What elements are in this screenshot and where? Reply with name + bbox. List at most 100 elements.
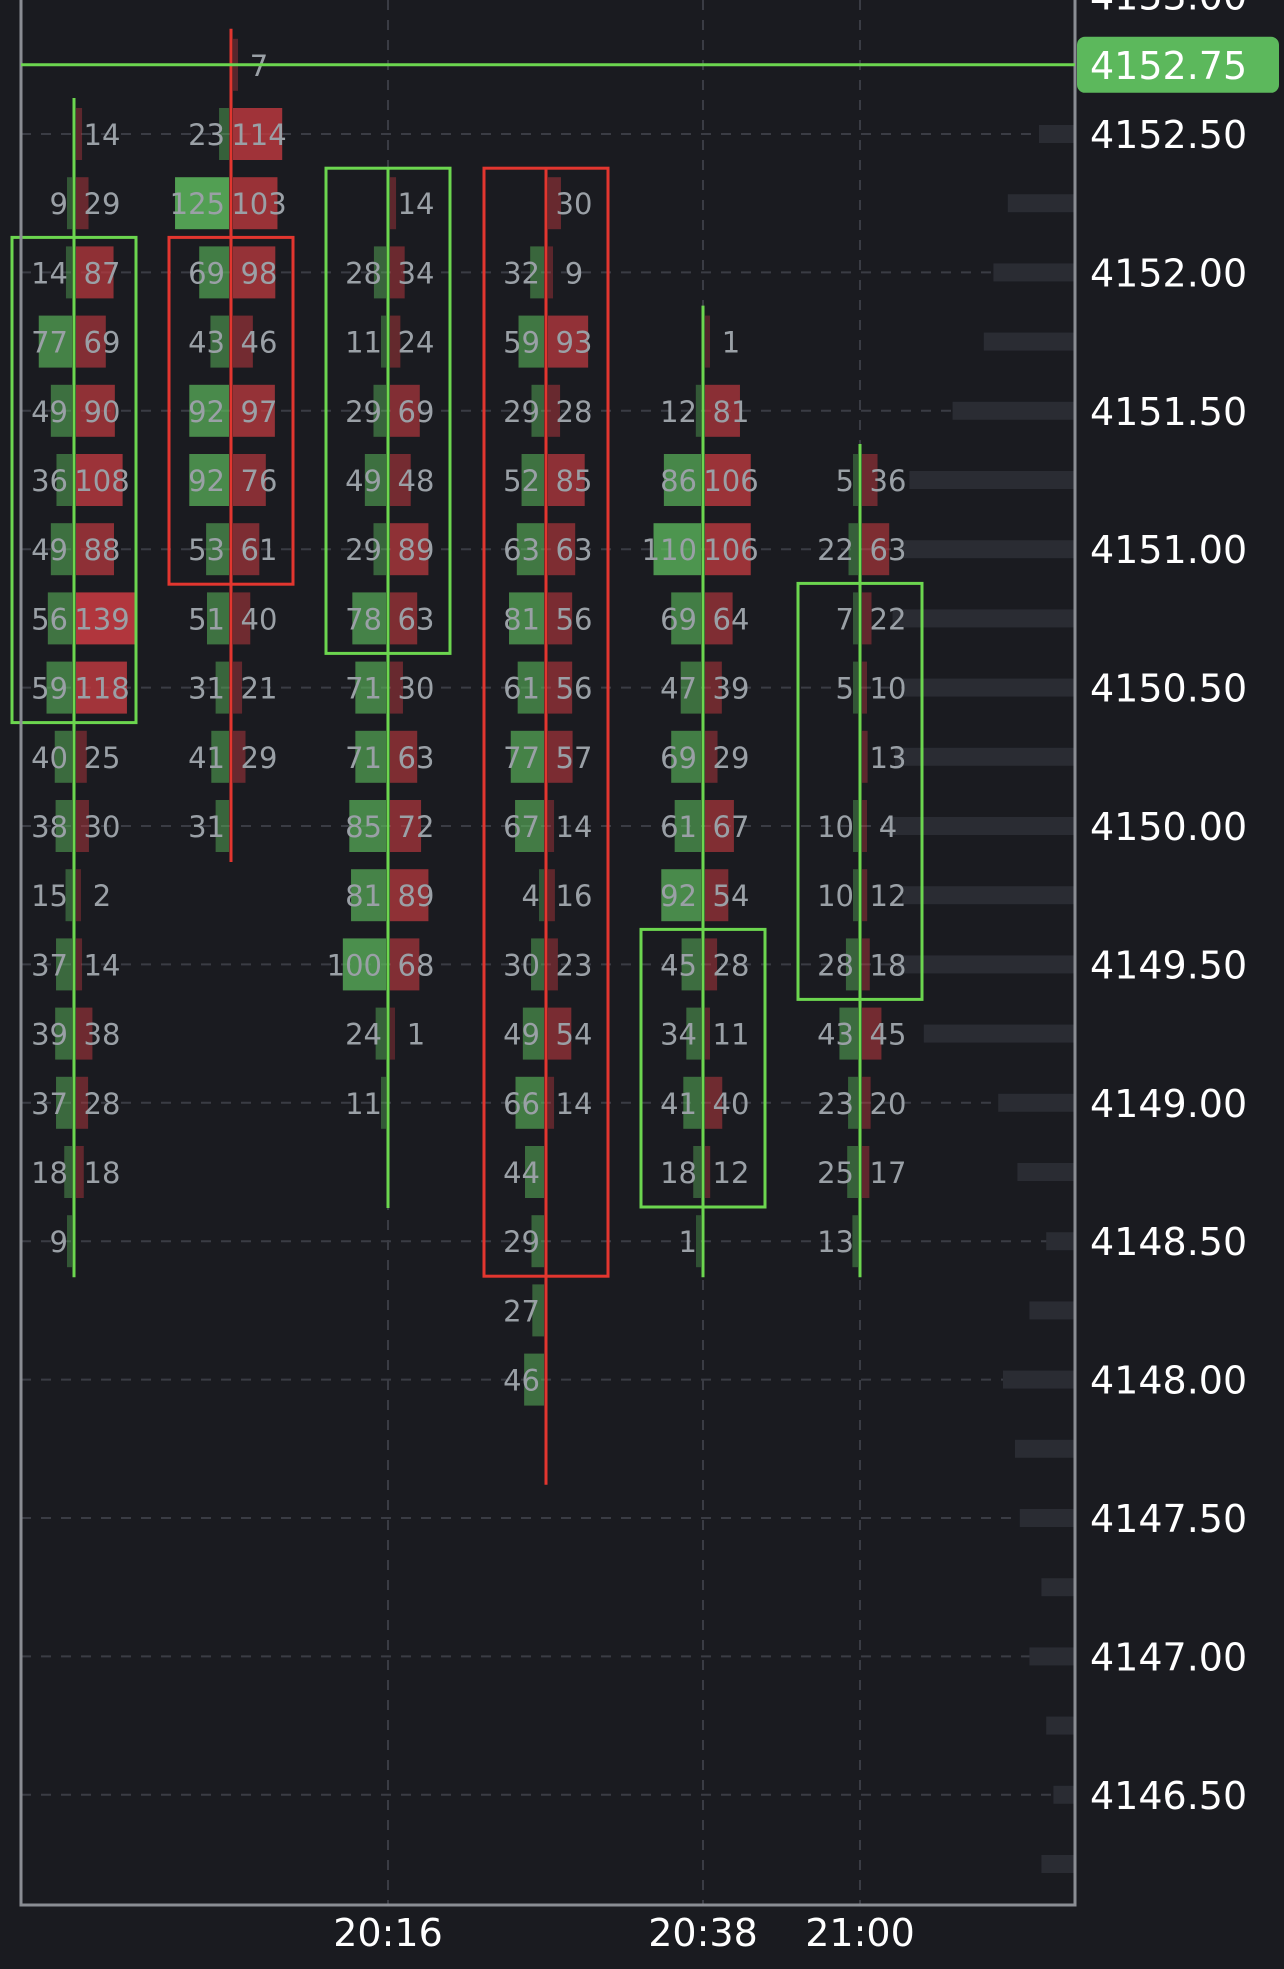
bid-volume-label: 49: [31, 395, 68, 429]
bid-volume-label: 23: [817, 1087, 854, 1121]
volume-profile-bar: [1029, 1301, 1075, 1320]
bid-volume-label: 14: [31, 256, 68, 290]
price-tick-label: 4147.50: [1090, 1497, 1247, 1541]
ask-volume-bar: [548, 869, 555, 922]
bid-volume-label: 125: [170, 187, 225, 221]
bid-volume-label: 36: [31, 464, 68, 498]
volume-profile-bar: [1003, 1370, 1075, 1389]
volume-profile-bar: [983, 332, 1075, 351]
ask-volume-label: 57: [556, 741, 593, 775]
bid-volume-label: 43: [188, 326, 225, 360]
volume-profile-bar: [902, 678, 1075, 697]
ask-volume-label: 108: [74, 464, 129, 498]
ask-volume-label: 54: [556, 1018, 593, 1052]
ask-volume-label: 30: [398, 672, 435, 706]
ask-volume-bar: [862, 730, 868, 783]
bid-volume-label: 41: [188, 741, 225, 775]
current-price-label: 4152.75: [1090, 44, 1247, 88]
bid-volume-label: 66: [503, 1087, 540, 1121]
bid-volume-label: 43: [817, 1018, 854, 1052]
ask-volume-label: 4: [879, 810, 897, 844]
bid-volume-label: 40: [31, 741, 68, 775]
bid-volume-label: 56: [31, 602, 68, 636]
ask-volume-label: 48: [398, 464, 435, 498]
ask-volume-label: 14: [84, 118, 121, 152]
ask-volume-bar: [548, 800, 555, 852]
bid-volume-label: 86: [660, 464, 697, 498]
ask-volume-label: 1: [722, 326, 740, 360]
bid-volume-label: 5: [836, 464, 854, 498]
ask-volume-label: 9: [565, 256, 583, 290]
bid-volume-label: 29: [345, 395, 382, 429]
price-tick-label: 4149.50: [1090, 943, 1247, 987]
bid-volume-label: 49: [31, 533, 68, 567]
ask-volume-label: 90: [84, 395, 121, 429]
price-tick-label: 4150.00: [1090, 805, 1247, 849]
bid-volume-label: 11: [345, 326, 382, 360]
ask-volume-label: 1: [407, 1018, 425, 1052]
ask-volume-label: 2: [93, 879, 111, 913]
ask-volume-label: 28: [84, 1087, 121, 1121]
bid-volume-label: 9: [50, 1225, 68, 1259]
ask-volume-label: 63: [870, 533, 907, 567]
ask-volume-bar: [862, 1146, 870, 1198]
bid-volume-label: 78: [345, 602, 382, 636]
ask-volume-label: 12: [870, 879, 907, 913]
ask-volume-label: 118: [74, 672, 129, 706]
ask-volume-label: 45: [870, 1018, 907, 1052]
ask-volume-label: 64: [713, 602, 750, 636]
ask-volume-bar: [548, 246, 553, 299]
ask-volume-label: 17: [870, 1156, 907, 1190]
ask-volume-label: 76: [241, 464, 278, 498]
footprint-chart[interactable]: 149 2914 8777 6949 9036 10849 8856 13959 11840 25…: [0, 0, 1284, 1969]
ask-volume-label: 39: [713, 672, 750, 706]
ask-volume-bar: [862, 800, 867, 852]
ask-volume-label: 18: [870, 948, 907, 982]
bid-volume-label: 12: [660, 395, 697, 429]
ask-volume-label: 139: [74, 602, 129, 636]
bid-volume-label: 32: [503, 256, 540, 290]
ask-volume-label: 103: [231, 187, 286, 221]
bid-volume-label: 63: [503, 533, 540, 567]
ask-volume-label: 68: [398, 948, 435, 982]
bid-volume-label: 61: [503, 672, 540, 706]
bid-volume-label: 18: [660, 1156, 697, 1190]
ask-volume-label: 63: [398, 741, 435, 775]
ask-volume-label: 10: [870, 672, 907, 706]
ask-volume-bar: [705, 1007, 710, 1060]
price-tick-label: 4153.00: [1090, 0, 1247, 19]
bid-volume-label: 69: [660, 602, 697, 636]
ask-volume-label: 28: [556, 395, 593, 429]
bid-volume-label: 28: [817, 948, 854, 982]
bid-volume-label: 5: [836, 672, 854, 706]
ask-volume-label: 14: [84, 948, 121, 982]
ask-volume-label: 30: [84, 810, 121, 844]
ask-volume-label: 16: [556, 879, 593, 913]
ask-volume-bar: [548, 1076, 555, 1129]
ask-volume-label: 13: [870, 741, 907, 775]
volume-profile-bar: [1046, 1232, 1075, 1251]
volume-profile-bar: [909, 471, 1075, 489]
ask-volume-label: 93: [556, 326, 593, 360]
ask-volume-label: 54: [713, 879, 750, 913]
ask-volume-label: 40: [713, 1087, 750, 1121]
volume-profile-bar: [1007, 194, 1075, 213]
bid-volume-label: 24: [345, 1018, 382, 1052]
ask-volume-label: 34: [398, 256, 435, 290]
ask-volume-bar: [862, 661, 867, 714]
candle[interactable]: 149 2914 8777 6949 9036 10849 8856 13959 11840 25…: [10, 98, 138, 1278]
ask-volume-label: 97: [241, 395, 278, 429]
bid-volume-label: 44: [503, 1156, 540, 1190]
bid-volume-label: 37: [31, 948, 68, 982]
volume-profile-bar: [1053, 1785, 1075, 1804]
ask-volume-label: 12: [713, 1156, 750, 1190]
ask-volume-bar: [76, 108, 83, 160]
price-tick-label: 4146.50: [1090, 1774, 1247, 1818]
volume-profile-bar: [952, 401, 1075, 420]
bid-volume-label: 11: [345, 1087, 382, 1121]
ask-volume-label: 29: [713, 741, 750, 775]
price-tick-label: 4151.50: [1090, 390, 1247, 434]
ask-volume-label: 11: [713, 1018, 750, 1052]
ask-volume-label: 46: [241, 326, 278, 360]
bid-volume-label: 77: [31, 326, 68, 360]
